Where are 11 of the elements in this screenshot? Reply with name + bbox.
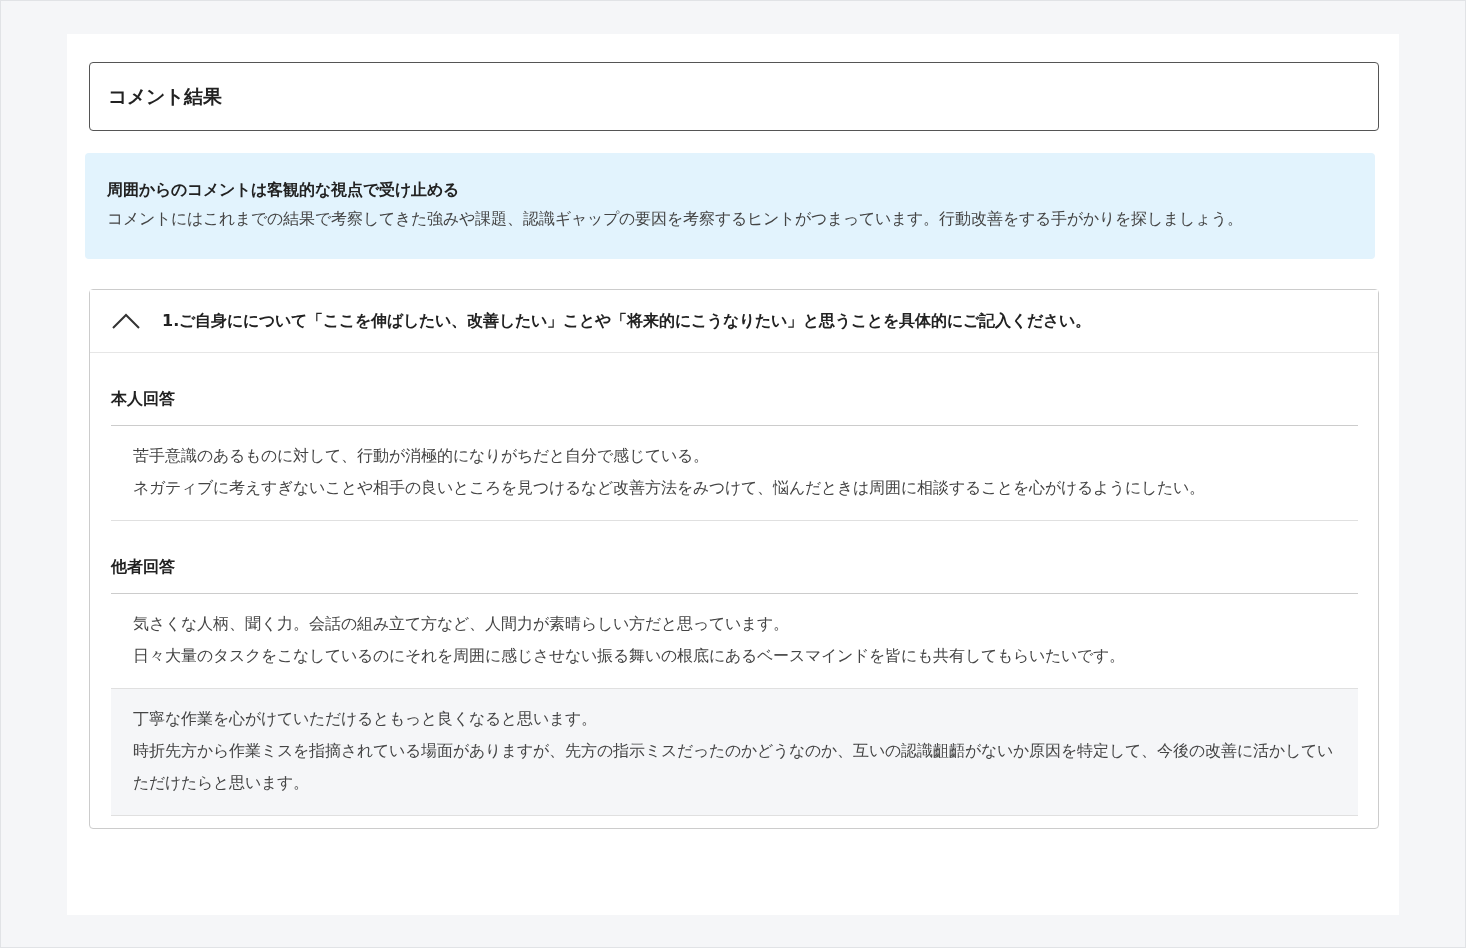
chevron-up-icon xyxy=(112,313,140,329)
notice-text: コメントにはこれまでの結果で考察してきた強みや課題、認識ギャップの要因を考察するヒントがつまっています。行動改善をする手がかりを探しましょう。 xyxy=(107,208,1244,230)
page-title: コメント結果 xyxy=(89,62,1379,131)
answer-line: 丁寧な作業を心がけていただけるともっと良くなると思います。 xyxy=(133,708,598,730)
answer-line: 日々大量のタスクをこなしているのにそれを周囲に感じさせない振る舞いの根底にあるベースマインドを皆にも共有してもらいたいです。 xyxy=(133,645,1126,667)
question-toggle[interactable]: 1.ご自身にについて「ここを伸ばしたい、改善したい」ことや「将来的にこうなりたい」と思うことを具体的にご記入ください。 xyxy=(90,290,1378,353)
answer-line: 気さくな人柄、聞く力。会話の組み立て方など、人間力が素晴らしい方だと思っています。 xyxy=(133,613,790,635)
answer-line: 時折先方から作業ミスを指摘されている場面がありますが、先方の指示ミスだったのかどうなのか、互いの認識齟齬がないか原因を特定して、今後の改善に活かしていただけたらと思います。 xyxy=(133,740,1333,794)
answer-line: ネガティブに考えすぎないことや相手の良いところを見つけるなど改善方法をみつけて、悩んだときは周囲に相談することを心がけるようにしたい。 xyxy=(133,477,1206,499)
answer-line: 苦手意識のあるものに対して、行動が消極的になりがちだと自分で感じている。 xyxy=(133,445,710,467)
notice-heading: 周囲からのコメントは客観的な視点で受け止める xyxy=(107,179,460,201)
